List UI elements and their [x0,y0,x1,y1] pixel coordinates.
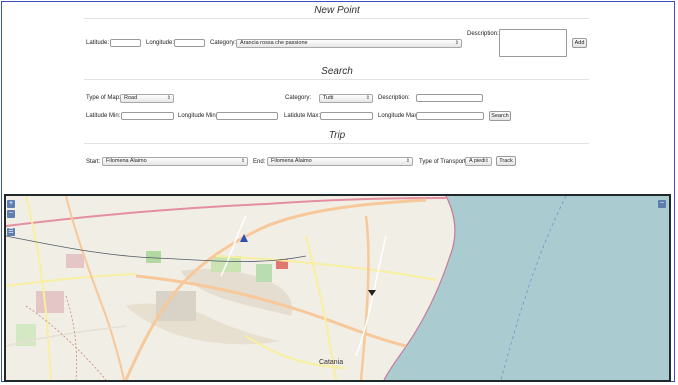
track-button[interactable]: Track [496,156,516,166]
search-description-input[interactable] [416,94,483,102]
end-select[interactable]: Filomena Alaimo ⇕ [267,157,413,166]
chevron-updown-icon: ⇕ [240,158,245,164]
built-area [66,254,84,268]
built-area [36,291,64,313]
longitude-min-label: Longitude Min: [178,113,218,119]
latitude-max-input[interactable] [320,112,373,120]
park-area [146,251,161,263]
latitude-min-input[interactable] [121,112,174,120]
category-label: Category: [210,40,237,46]
city-label: Catania [319,359,344,366]
chevron-updown-icon: ⇕ [405,158,410,164]
transport-label: Type of Transport: [419,159,468,165]
transport-select[interactable]: A piedi ⇕ [465,157,492,166]
description-textarea[interactable] [499,29,567,57]
chevron-updown-icon: ⇕ [454,40,459,46]
search-title: Search [321,66,353,77]
zoom-in-button[interactable]: + [7,200,15,208]
trip-divider [84,143,589,144]
longitude-min-input[interactable] [216,112,278,120]
new-point-title: New Point [314,5,360,16]
chevron-updown-icon: ⇕ [166,95,171,101]
map-view[interactable]: Catania + − ☰ − [4,194,671,382]
search-category-value: Tutti [323,95,334,101]
longitude-label: Longitude: [146,40,175,46]
type-of-map-label: Type of Map: [86,95,121,101]
layer-switcher-toggle[interactable]: − [658,200,666,208]
new-point-divider [84,18,589,19]
longitude-max-input[interactable] [416,112,484,120]
search-category-label: Category: [285,95,312,101]
longitude-input[interactable] [174,39,205,47]
urban-block [156,291,196,321]
type-of-map-select[interactable]: Road ⇕ [120,94,174,103]
latitude-min-label: Latitude Min: [86,113,121,119]
category-select[interactable]: Arancia rossa che passione ⇕ [236,39,462,48]
transport-select-value: A piedi [469,158,486,164]
zoom-out-button[interactable]: − [7,210,15,218]
search-description-label: Description: [378,95,410,101]
trip-title: Trip [328,130,346,141]
map-tiles[interactable] [6,196,669,380]
latitude-input[interactable] [110,39,141,47]
start-select-value: Filomena Alaimo [106,158,147,164]
park-area [256,264,272,282]
chevron-updown-icon: ⇕ [365,95,370,101]
layers-icon[interactable]: ☰ [7,228,15,236]
type-of-map-value: Road [124,95,138,101]
category-select-value: Arancia rossa che passione [240,40,308,46]
chevron-updown-icon: ⇕ [484,158,489,164]
add-button[interactable]: Add [572,38,587,48]
search-button[interactable]: Search [489,111,511,121]
latitude-max-label: Latidute Max: [284,113,321,119]
longitude-max-label: Longitude Max: [378,113,420,119]
latitude-label: Latitude: [86,40,110,46]
description-label: Description: [467,31,499,37]
end-label: End: [253,159,266,165]
end-select-value: Filomena Alaimo [271,158,312,164]
search-divider [84,79,589,80]
start-select[interactable]: Filomena Alaimo ⇕ [102,157,248,166]
start-label: Start: [86,159,101,165]
search-category-select[interactable]: Tutti ⇕ [319,94,373,103]
